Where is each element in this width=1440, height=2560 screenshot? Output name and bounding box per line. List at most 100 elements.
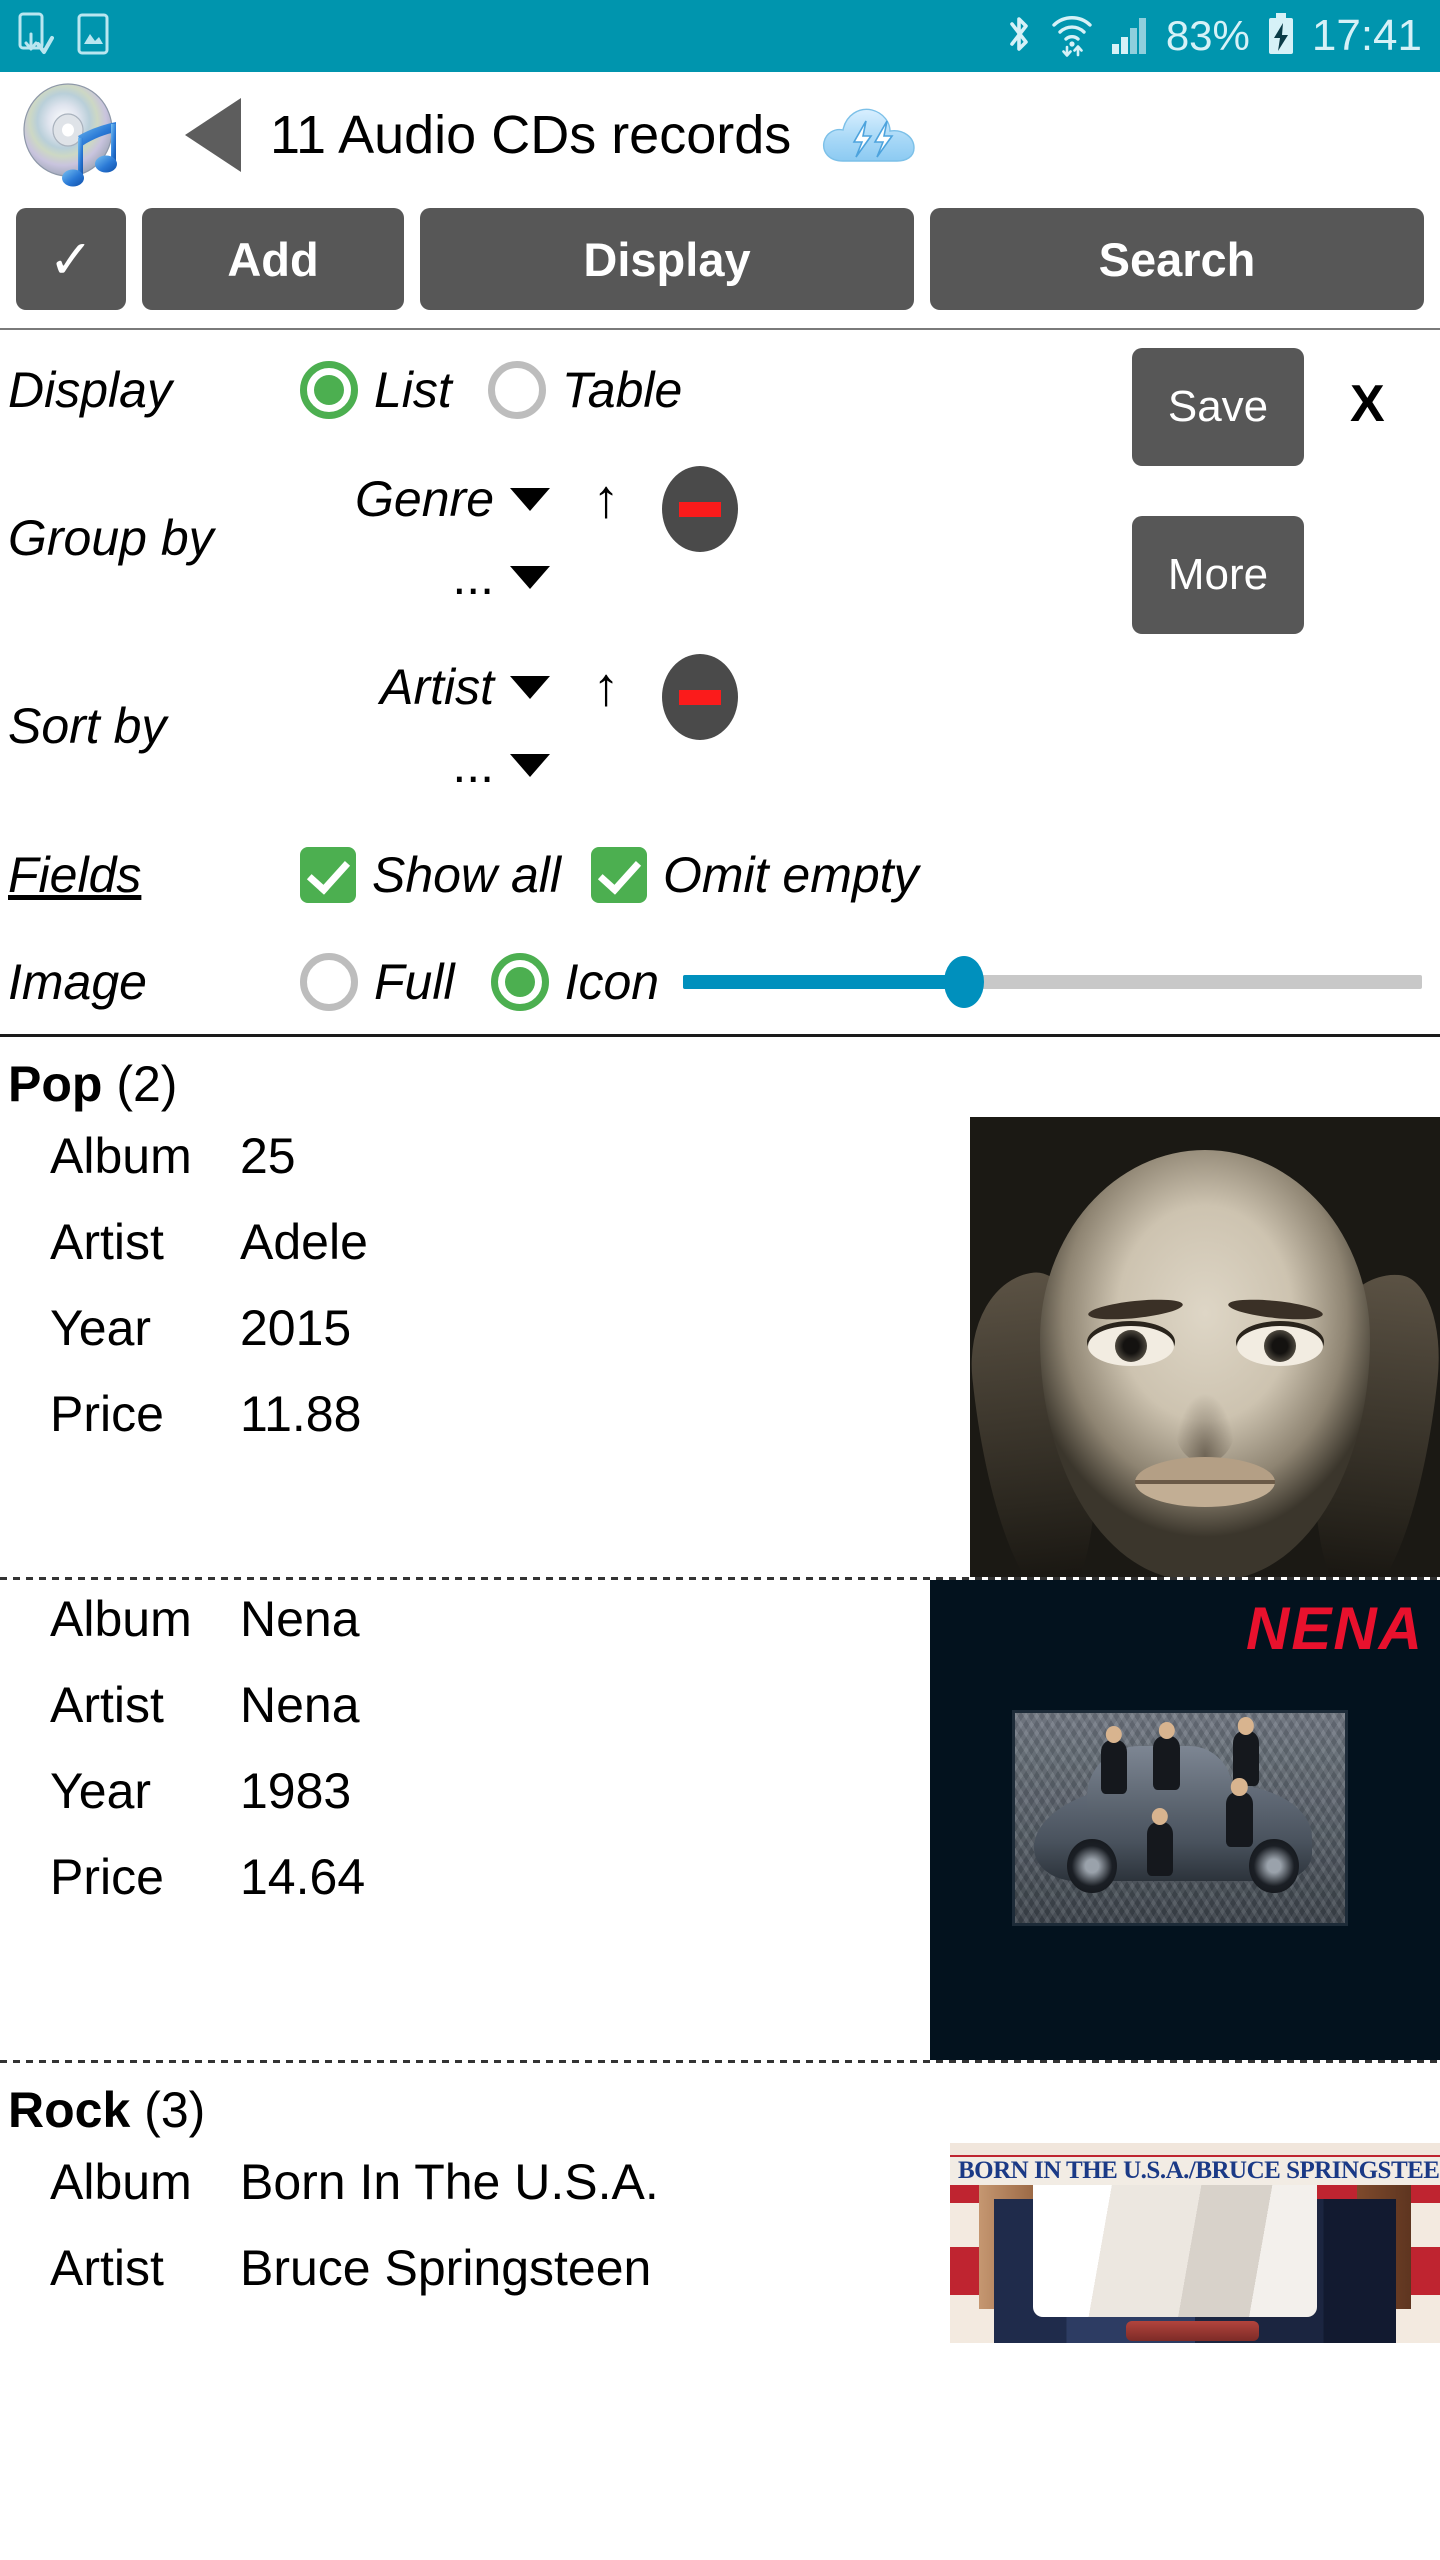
band-member [1100,1739,1127,1795]
field-row: Year 2015 [50,1299,970,1385]
tshirt [1033,2177,1318,2317]
display-mode-label: Display [8,362,172,418]
bluetooth-icon [1004,11,1034,62]
group-name: Pop [8,1056,103,1112]
album-cover-image[interactable]: BORN IN THE U.S.A./BRUCE SPRINGSTEEN [950,2143,1440,2343]
checkbox-omit-empty[interactable] [591,847,647,903]
band-member [1153,1735,1180,1791]
group-header-rock: Rock (3) [0,2063,1440,2143]
slider-fill [683,975,964,989]
display-options-panel: Display List Table Group by Genre ... ↑ [0,330,1440,1034]
field-value: 14.64 [240,1849,366,1905]
add-button[interactable]: Add [142,208,404,310]
eye-left [1087,1326,1174,1367]
page-title: 11 Audio CDs records [270,105,792,165]
back-arrow-icon[interactable] [172,90,252,180]
checkbox-omit-empty-label: Omit empty [663,847,919,903]
field-label: Year [50,1763,152,1819]
lips [1135,1457,1275,1508]
list-item[interactable]: Album Nena Artist Nena Year 1983 Price 1… [0,1580,1440,2060]
group-by-primary-value[interactable]: Genre [300,470,510,528]
band-member [1226,1792,1253,1847]
group-by-remove-button[interactable] [662,466,738,552]
band-photo [1011,1709,1349,1926]
nose [1175,1393,1235,1463]
field-label: Price [50,1849,164,1905]
field-label: Album [50,1128,192,1184]
radio-display-table-label: Table [561,362,683,418]
field-value: Born In The U.S.A. [240,2154,659,2210]
field-value: Adele [240,1214,368,1270]
field-label: Album [50,2154,192,2210]
gallery-image-icon [76,12,110,61]
audio-cd-music-icon [20,80,138,190]
field-row: Artist Nena [50,1676,930,1762]
checkbox-show-all[interactable] [300,847,356,903]
more-button[interactable]: More [1132,516,1304,634]
display-button[interactable]: Display [420,208,914,310]
fields-label[interactable]: Fields [0,846,300,904]
clock-label: 17:41 [1311,11,1422,60]
record-fields: Album Born In The U.S.A. Artist Bruce Sp… [0,2143,950,2343]
field-value: 25 [240,1128,296,1184]
car-wheel [1249,1838,1299,1894]
group-header-pop: Pop (2) [0,1037,1440,1117]
radio-display-table[interactable] [487,361,546,419]
save-button[interactable]: Save [1132,348,1304,466]
group-count: (2) [116,1056,178,1112]
sort-by-direction-icon[interactable]: ↑ [576,660,636,714]
group-name: Rock [8,2082,131,2138]
list-item[interactable]: Album 25 Artist Adele Year 2015 Price 11… [0,1117,1440,1577]
list-item[interactable]: Album Born In The U.S.A. Artist Bruce Sp… [0,2143,1440,2343]
record-fields: Album Nena Artist Nena Year 1983 Price 1… [0,1580,930,1952]
radio-display-list[interactable] [300,361,358,419]
cover-title-text: BORN IN THE U.S.A./BRUCE SPRINGSTEEN [958,2157,1440,2184]
group-by-label: Group by [8,510,214,566]
field-row: Artist Adele [50,1213,970,1299]
status-bar-right-icons: 83% 17:41 [1004,11,1422,62]
wifi-icon [1050,11,1094,62]
screenshot-capture-icon [18,12,54,61]
cellular-signal-icon [1110,12,1150,61]
image-row: Image Full Icon [0,930,1440,1034]
field-label: Price [50,1386,164,1442]
field-value: Bruce Springsteen [240,2240,652,2296]
checkbox-show-all-label: Show all [372,847,561,903]
close-options-button[interactable]: X [1350,374,1385,434]
field-row: Year 1983 [50,1762,930,1848]
field-value: Nena [240,1591,360,1647]
chevron-down-icon[interactable] [510,675,550,699]
sort-by-secondary-value[interactable]: ... [300,736,510,794]
radio-image-full[interactable] [300,953,358,1011]
field-row: Album Born In The U.S.A. [50,2153,950,2239]
sort-by-remove-button[interactable] [662,654,738,740]
slider-thumb[interactable] [943,956,984,1008]
sort-by-primary-value[interactable]: Artist [300,658,510,716]
chevron-down-icon[interactable] [510,487,550,511]
image-label: Image [8,954,147,1010]
radio-image-icon[interactable] [490,953,549,1011]
field-label: Year [50,1300,152,1356]
group-by-secondary-value[interactable]: ... [300,548,510,606]
fields-row: Fields Show all Omit empty [0,820,1440,930]
field-row: Artist Bruce Springsteen [50,2239,950,2325]
sort-by-controls: Artist ... ↑ [300,648,738,804]
slider-track[interactable] [683,956,1422,1008]
field-row: Album 25 [50,1127,970,1213]
image-size-slider[interactable] [683,952,1440,1012]
group-by-direction-icon[interactable]: ↑ [576,472,636,526]
album-cover-image[interactable] [970,1117,1440,1577]
band-member [1146,1821,1174,1877]
album-cover-image[interactable]: NENA [930,1580,1440,2060]
search-button[interactable]: Search [930,208,1424,310]
field-row: Price 11.88 [50,1385,970,1471]
chevron-down-icon[interactable] [510,753,550,777]
field-value: 2015 [240,1300,352,1356]
confirm-check-button[interactable]: ✓ [16,208,126,310]
chevron-down-icon[interactable] [510,565,550,589]
cloud-sync-icon[interactable] [819,95,919,175]
eye-right [1236,1326,1323,1367]
nena-cover-art: NENA [930,1580,1440,2060]
status-bar-left-icons [18,12,110,61]
field-row: Album Nena [50,1590,930,1676]
